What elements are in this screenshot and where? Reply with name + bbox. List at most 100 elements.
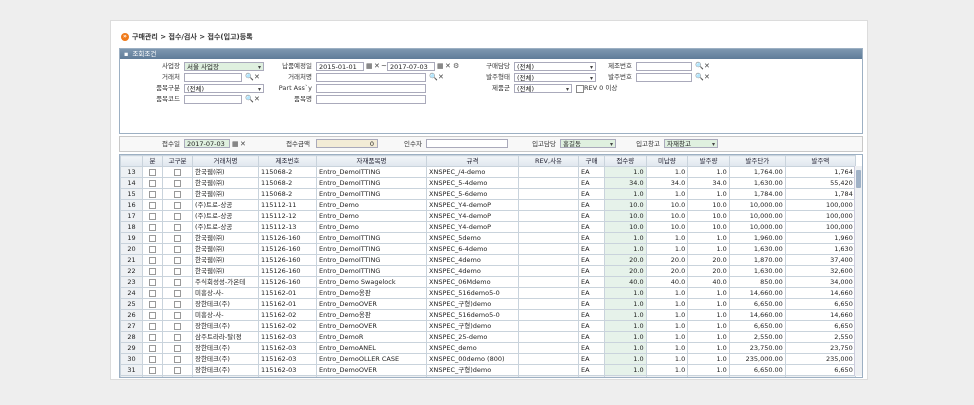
table-row[interactable]: 24 미흥상-사- 115162-01 Entro_Demo옹판 XNSPEC_516d… (120, 287, 856, 299)
table-row[interactable]: 19 한국웹(㈜) 115126-160 Entro_DemoITTING XNSPEC… (120, 232, 856, 244)
customer-input[interactable] (184, 73, 242, 82)
table-row[interactable]: 29 장한테크(주) 115162-03 Entro_DemoANEL XNSPEC_d… (120, 342, 856, 354)
select-checkbox[interactable] (149, 223, 156, 231)
calendar-icon[interactable]: ▦ (437, 61, 444, 71)
table-row[interactable]: 26 미흥상-사- 115162-02 Entro_Demo옹판 XNSPEC_516d… (120, 309, 856, 321)
type-checkbox[interactable] (174, 234, 181, 242)
select-checkbox[interactable] (149, 322, 156, 330)
column-header[interactable]: 거래처명 (192, 155, 259, 167)
type-checkbox[interactable] (174, 190, 181, 198)
select-checkbox[interactable] (149, 179, 156, 187)
due-to-input[interactable]: 2017-07-03 (387, 62, 435, 71)
column-header[interactable]: 규격 (426, 155, 519, 167)
table-row[interactable]: 22 한국웹(㈜) 115126-160 Entro_DemoITTING XNSPEC… (120, 265, 856, 277)
column-header[interactable]: 자재품목명 (316, 155, 427, 167)
type-checkbox[interactable] (174, 355, 181, 363)
table-row[interactable]: 30 장한테크(주) 115162-03 Entro_DemoOLLER CASE XN… (120, 353, 856, 365)
manager-select[interactable]: 홍길동 (560, 139, 616, 148)
type-checkbox[interactable] (174, 322, 181, 330)
select-checkbox[interactable] (149, 333, 156, 341)
table-row[interactable]: 27 장한테크(주) 115162-02 Entro_DemoOVER XNSPEC_구… (120, 320, 856, 332)
search-icon[interactable]: 🔍 (695, 61, 704, 71)
part-input[interactable] (316, 84, 426, 93)
select-checkbox[interactable] (149, 201, 156, 209)
type-checkbox[interactable] (174, 201, 181, 209)
select-checkbox[interactable] (149, 344, 156, 352)
po-no-input[interactable] (636, 73, 692, 82)
calendar-icon[interactable]: ▦ (366, 61, 373, 71)
type-checkbox[interactable] (174, 168, 181, 176)
receiver-input[interactable] (426, 139, 508, 148)
table-row[interactable]: 18 (주)트로-상공 115112-13 Entro_Demo XNSPEC_Y4-d… (120, 221, 856, 233)
column-header[interactable] (120, 155, 143, 167)
search-icon[interactable]: 🔍 (695, 72, 704, 82)
search-icon[interactable]: 🔍 (245, 72, 254, 82)
business-select[interactable]: 서울 사업장 (184, 62, 264, 71)
table-row[interactable]: 25 장한테크(주) 115162-01 Entro_DemoOVER XNSPEC_구… (120, 298, 856, 310)
type-checkbox[interactable] (174, 300, 181, 308)
type-checkbox[interactable] (174, 311, 181, 319)
select-checkbox[interactable] (149, 190, 156, 198)
prod-no-input[interactable] (636, 62, 692, 71)
search-icon[interactable]: 🔍 (245, 94, 254, 104)
column-header[interactable]: 미납량 (645, 155, 689, 167)
rev-checkbox[interactable] (576, 85, 584, 93)
column-header[interactable]: 분 (142, 155, 163, 167)
item-class-select[interactable]: (전체) (184, 84, 264, 93)
select-checkbox[interactable] (149, 300, 156, 308)
table-row[interactable]: 17 (주)트로-상공 115112-12 Entro_Demo XNSPEC_Y4-d… (120, 210, 856, 222)
customer-name-input[interactable] (316, 73, 426, 82)
type-checkbox[interactable] (174, 212, 181, 220)
search-icon[interactable]: 🔍 (429, 72, 438, 82)
table-row[interactable]: 13 한국웹(㈜) 115068-2 Entro_DemoITTING XNSPEC_/… (120, 166, 856, 178)
clear-icon[interactable]: ✕ (438, 72, 444, 82)
clear-icon[interactable]: ✕ (704, 72, 710, 82)
type-checkbox[interactable] (174, 267, 181, 275)
table-row[interactable]: 31 장한테크(주) 115162-03 Entro_DemoOVER XNSPEC_구… (120, 364, 856, 376)
column-header[interactable]: 고구분 (162, 155, 193, 167)
column-header[interactable]: 제조번호 (258, 155, 317, 167)
clear-icon[interactable]: ✕ (374, 61, 380, 71)
clear-icon[interactable]: ✕ (254, 94, 260, 104)
select-checkbox[interactable] (149, 212, 156, 220)
column-header[interactable]: 발주단가 (728, 155, 786, 167)
table-row[interactable]: 14 한국웹(㈜) 115068-2 Entro_DemoITTING XNSPEC_5… (120, 177, 856, 189)
table-row[interactable]: 21 한국웹(㈜) 115126-160 Entro_DemoITTING XNSPEC… (120, 254, 856, 266)
table-row[interactable]: 28 삼주트라라-탈(정 115162-03 Entro_DemoR XNSPEC_25… (120, 331, 856, 343)
select-checkbox[interactable] (149, 355, 156, 363)
item-name-input[interactable] (316, 95, 426, 104)
product-group-select[interactable]: (전체) (514, 84, 572, 93)
type-checkbox[interactable] (174, 245, 181, 253)
type-checkbox[interactable] (174, 366, 181, 374)
due-from-input[interactable]: 2015-01-01 (316, 62, 364, 71)
column-header[interactable]: 접수량 (604, 155, 647, 167)
table-row[interactable]: 23 주식회성성-가온테 115126-160 Entro_Demo Swageloc… (120, 276, 856, 288)
column-header[interactable]: 발주량 (687, 155, 730, 167)
type-checkbox[interactable] (174, 344, 181, 352)
select-checkbox[interactable] (149, 245, 156, 253)
vertical-scrollbar[interactable] (854, 166, 862, 376)
receive-date-input[interactable]: 2017-07-03 (184, 139, 230, 148)
type-checkbox[interactable] (174, 256, 181, 264)
clear-icon[interactable]: ✕ (254, 72, 260, 82)
clear-icon[interactable]: ✕ (240, 139, 246, 149)
select-checkbox[interactable] (149, 267, 156, 275)
type-checkbox[interactable] (174, 289, 181, 297)
column-header[interactable]: 구매 (578, 155, 605, 167)
column-header[interactable]: REV,사유 (518, 155, 579, 167)
clear-icon[interactable]: ✕ (445, 61, 451, 71)
type-checkbox[interactable] (174, 333, 181, 341)
select-checkbox[interactable] (149, 278, 156, 286)
item-code-input[interactable] (184, 95, 242, 104)
select-checkbox[interactable] (149, 289, 156, 297)
select-checkbox[interactable] (149, 168, 156, 176)
select-checkbox[interactable] (149, 366, 156, 374)
type-checkbox[interactable] (174, 223, 181, 231)
select-checkbox[interactable] (149, 311, 156, 319)
type-checkbox[interactable] (174, 179, 181, 187)
type-checkbox[interactable] (174, 278, 181, 286)
clear-icon[interactable]: ✕ (704, 61, 710, 71)
table-row[interactable]: 20 한국웹(㈜) 115126-160 Entro_DemoITTING XNSPEC… (120, 243, 856, 255)
select-checkbox[interactable] (149, 234, 156, 242)
column-header[interactable]: 발주액 (784, 155, 856, 167)
